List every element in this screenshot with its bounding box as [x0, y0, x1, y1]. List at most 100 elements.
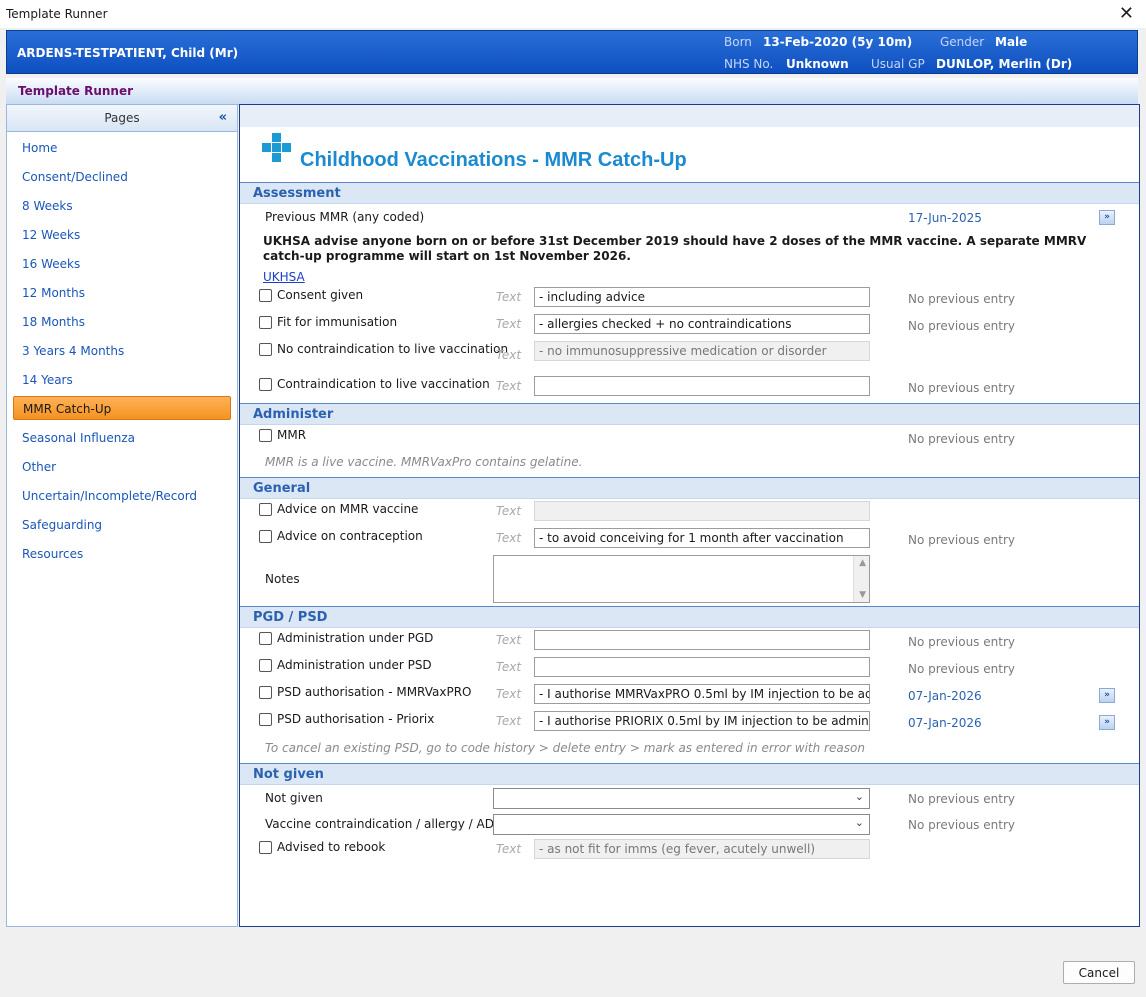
advice-contraception-text-placeholder: Text	[496, 531, 522, 545]
section-administer-title: Administer	[253, 407, 334, 422]
section-general: General	[240, 477, 1139, 499]
gender-label: Gender	[940, 35, 985, 49]
sidebar-item-mmr-catch-up[interactable]: MMR Catch-Up	[13, 396, 231, 420]
cancel-button[interactable]: Cancel	[1063, 961, 1135, 984]
psd-text-field[interactable]	[534, 657, 870, 677]
advice-contraception-text-field[interactable]: - to avoid conceiving for 1 month after …	[534, 528, 870, 548]
psd-label: Administration under PSD	[277, 658, 432, 672]
contraindication-checkbox[interactable]	[259, 378, 272, 391]
sidebar-item-16-weeks[interactable]: 16 Weeks	[22, 257, 80, 271]
psd-mmrvaxpro-label: PSD authorisation - MMRVaxPRO	[277, 685, 472, 699]
sidebar-item-8-weeks[interactable]: 8 Weeks	[22, 199, 73, 213]
ukhsa-link[interactable]: UKHSA	[263, 270, 305, 284]
contraindication-text-field[interactable]	[534, 376, 870, 396]
fit-text-placeholder: Text	[496, 317, 522, 331]
psd-mmrvaxpro-text-field[interactable]: - I authorise MMRVaxPRO 0.5ml by IM inje…	[534, 684, 870, 704]
close-icon[interactable]: ✕	[1119, 3, 1134, 24]
no-contraindication-label: No contraindication to live vaccination	[277, 342, 509, 356]
sidebar-item-18-months[interactable]: 18 Months	[22, 315, 85, 329]
contraindication-no-previous: No previous entry	[908, 381, 1015, 395]
mmr-checkbox[interactable]	[259, 429, 272, 442]
rebook-label: Advised to rebook	[277, 840, 386, 854]
ukhsa-advice-note: UKHSA advise anyone born on or before 31…	[263, 234, 1087, 263]
nhs-label: NHS No.	[724, 57, 774, 71]
scroll-up-icon[interactable]: ▲	[859, 558, 866, 568]
section-assessment-title: Assessment	[253, 186, 341, 201]
scroll-down-icon[interactable]: ▼	[859, 590, 866, 600]
psd-priorix-checkbox[interactable]	[259, 713, 272, 726]
window-title: Template Runner	[6, 7, 108, 21]
advice-mmr-checkbox[interactable]	[259, 503, 272, 516]
patient-name: ARDENS-TESTPATIENT, Child (Mr)	[17, 46, 239, 60]
notes-scrollbar[interactable]: ▲ ▼	[853, 556, 869, 602]
template-content: Childhood Vaccinations - MMR Catch-Up As…	[239, 104, 1140, 927]
contraindication-label: Contraindication to live vaccination	[277, 377, 490, 391]
pgd-label: Administration under PGD	[277, 631, 434, 645]
sidebar-title: Pages	[104, 111, 140, 125]
rebook-text-field: - as not fit for imms (eg fever, acutely…	[534, 839, 870, 859]
vaccine-contraindication-select[interactable]: ⌄	[493, 814, 870, 835]
sidebar-item-14-years[interactable]: 14 Years	[22, 373, 73, 387]
section-administer: Administer	[240, 403, 1139, 425]
not-given-select[interactable]: ⌄	[493, 788, 870, 809]
mmr-label: MMR	[277, 428, 307, 442]
sidebar-item-resources[interactable]: Resources	[22, 547, 83, 561]
fit-checkbox[interactable]	[259, 316, 272, 329]
pgd-no-previous: No previous entry	[908, 635, 1015, 649]
sidebar-item-other[interactable]: Other	[22, 460, 56, 474]
sidebar-item-uncertain[interactable]: Uncertain/Incomplete/Record	[22, 489, 197, 503]
psd-checkbox[interactable]	[259, 659, 272, 672]
psd-priorix-date: 07-Jan-2026	[908, 716, 982, 730]
sidebar-item-3-years-4-months[interactable]: 3 Years 4 Months	[22, 344, 124, 358]
gp-value: DUNLOP, Merlin (Dr)	[936, 57, 1073, 71]
medical-cross-icon	[262, 133, 292, 163]
patient-banner: ARDENS-TESTPATIENT, Child (Mr) Born 13-F…	[6, 30, 1138, 74]
template-runner-header: Template Runner	[6, 78, 1138, 105]
gp-label: Usual GP	[871, 57, 925, 71]
sidebar-item-home[interactable]: Home	[22, 141, 57, 155]
rebook-checkbox[interactable]	[259, 841, 272, 854]
psd-mmrvaxpro-history-button[interactable]: »	[1099, 688, 1115, 703]
psd-priorix-history-button[interactable]: »	[1099, 715, 1115, 730]
pgd-text-field[interactable]	[534, 630, 870, 650]
born-value: 13-Feb-2020 (5y 10m)	[763, 35, 913, 49]
advice-mmr-text-field	[534, 501, 870, 521]
advice-contraception-checkbox[interactable]	[259, 530, 272, 543]
sidebar-item-safeguarding[interactable]: Safeguarding	[22, 518, 102, 532]
contraindication-text-placeholder: Text	[496, 379, 522, 393]
fit-label: Fit for immunisation	[277, 315, 398, 329]
previous-mmr-history-button[interactable]: »	[1099, 210, 1115, 225]
psd-priorix-text-field[interactable]: - I authorise PRIORIX 0.5ml by IM inject…	[534, 711, 870, 731]
psd-mmrvaxpro-checkbox[interactable]	[259, 686, 272, 699]
collapse-icon[interactable]: «	[219, 105, 227, 131]
section-pgd-psd-title: PGD / PSD	[253, 610, 328, 625]
pgd-checkbox[interactable]	[259, 632, 272, 645]
advice-contraception-label: Advice on contraception	[277, 529, 423, 543]
pages-sidebar: Pages « Home Consent/Declined 8 Weeks 12…	[6, 104, 238, 927]
notes-textarea[interactable]: ▲ ▼	[493, 555, 870, 603]
psd-mmrvaxpro-date: 07-Jan-2026	[908, 689, 982, 703]
sidebar-item-12-months[interactable]: 12 Months	[22, 286, 85, 300]
consent-given-checkbox[interactable]	[259, 289, 272, 302]
pgd-text-placeholder: Text	[496, 633, 522, 647]
consent-text-field[interactable]: - including advice	[534, 287, 870, 307]
consent-given-label: Consent given	[277, 288, 364, 302]
no-contraindication-checkbox[interactable]	[259, 343, 272, 356]
born-label: Born	[724, 35, 752, 49]
vaccine-contraindication-label: Vaccine contraindication / allergy / ADR	[265, 817, 503, 831]
rebook-text-placeholder: Text	[496, 842, 522, 856]
sidebar-item-consent-declined[interactable]: Consent/Declined	[22, 170, 128, 184]
psd-text-placeholder: Text	[496, 660, 522, 674]
sidebar-item-12-weeks[interactable]: 12 Weeks	[22, 228, 80, 242]
chevron-down-icon: ⌄	[854, 816, 864, 829]
not-given-no-previous: No previous entry	[908, 792, 1015, 806]
section-assessment: Assessment	[240, 182, 1139, 204]
psd-cancel-note: To cancel an existing PSD, go to code hi…	[265, 741, 865, 755]
sidebar-item-seasonal-influenza[interactable]: Seasonal Influenza	[22, 431, 135, 445]
chevron-down-icon: ⌄	[854, 790, 864, 803]
mmr-live-vaccine-note: MMR is a live vaccine. MMRVaxPro contain…	[265, 455, 583, 469]
consent-no-previous: No previous entry	[908, 292, 1015, 306]
fit-text-field[interactable]: - allergies checked + no contraindicatio…	[534, 314, 870, 334]
section-general-title: General	[253, 481, 311, 496]
not-given-label: Not given	[265, 791, 323, 805]
